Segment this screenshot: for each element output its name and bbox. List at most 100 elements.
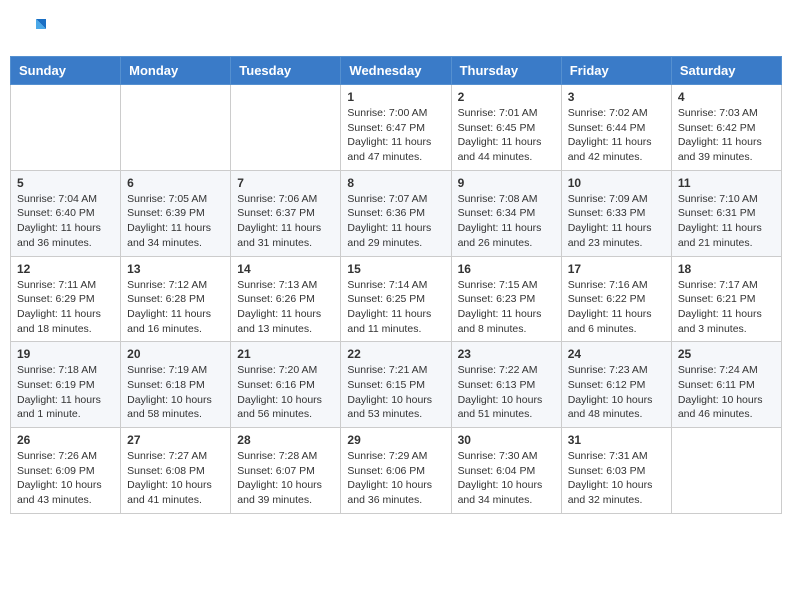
day-info: Sunrise: 7:24 AM Sunset: 6:11 PM Dayligh… [678, 363, 775, 422]
calendar-cell: 24 Sunrise: 7:23 AM Sunset: 6:12 PM Dayli… [561, 342, 671, 428]
day-number: 6 [127, 176, 224, 190]
calendar-cell: 11Sunrise: 7:10 AM Sunset: 6:31 PM Dayli… [671, 170, 781, 256]
day-info: Sunrise: 7:20 AM Sunset: 6:16 PM Dayligh… [237, 363, 334, 422]
day-info: Sunrise: 7:09 AM Sunset: 6:33 PM Dayligh… [568, 192, 665, 251]
calendar-cell: 30 Sunrise: 7:30 AM Sunset: 6:04 PM Dayli… [451, 428, 561, 514]
day-number: 22 [347, 347, 444, 361]
day-number: 24 [568, 347, 665, 361]
calendar-cell: 21 Sunrise: 7:20 AM Sunset: 6:16 PM Dayli… [231, 342, 341, 428]
calendar-table: SundayMondayTuesdayWednesdayThursdayFrid… [10, 56, 782, 514]
calendar-cell: 6 Sunrise: 7:05 AM Sunset: 6:39 PM Daylig… [121, 170, 231, 256]
logo [18, 14, 52, 44]
day-info: Sunrise: 7:06 AM Sunset: 6:37 PM Dayligh… [237, 192, 334, 251]
calendar-cell: 28Sunrise: 7:28 AM Sunset: 6:07 PM Dayli… [231, 428, 341, 514]
calendar-cell: 15Sunrise: 7:14 AM Sunset: 6:25 PM Dayli… [341, 256, 451, 342]
calendar-cell: 23 Sunrise: 7:22 AM Sunset: 6:13 PM Dayli… [451, 342, 561, 428]
day-info: Sunrise: 7:26 AM Sunset: 6:09 PM Dayligh… [17, 449, 114, 508]
calendar-cell: 31 Sunrise: 7:31 AM Sunset: 6:03 PM Dayli… [561, 428, 671, 514]
day-number: 2 [458, 90, 555, 104]
calendar-week-row: 12Sunrise: 7:11 AM Sunset: 6:29 PM Dayli… [11, 256, 782, 342]
calendar-cell: 26 Sunrise: 7:26 AM Sunset: 6:09 PM Dayli… [11, 428, 121, 514]
calendar-cell: 17 Sunrise: 7:16 AM Sunset: 6:22 PM Dayli… [561, 256, 671, 342]
calendar-cell: 25 Sunrise: 7:24 AM Sunset: 6:11 PM Dayli… [671, 342, 781, 428]
calendar-cell: 2 Sunrise: 7:01 AM Sunset: 6:45 PM Daylig… [451, 85, 561, 171]
calendar-cell: 3Sunrise: 7:02 AM Sunset: 6:44 PM Daylig… [561, 85, 671, 171]
day-number: 16 [458, 262, 555, 276]
calendar-cell: 1 Sunrise: 7:00 AM Sunset: 6:47 PM Daylig… [341, 85, 451, 171]
day-info: Sunrise: 7:16 AM Sunset: 6:22 PM Dayligh… [568, 278, 665, 337]
day-info: Sunrise: 7:27 AM Sunset: 6:08 PM Dayligh… [127, 449, 224, 508]
calendar-cell [671, 428, 781, 514]
calendar-header-row: SundayMondayTuesdayWednesdayThursdayFrid… [11, 57, 782, 85]
calendar-cell: 12Sunrise: 7:11 AM Sunset: 6:29 PM Dayli… [11, 256, 121, 342]
calendar-week-row: 5 Sunrise: 7:04 AM Sunset: 6:40 PM Daylig… [11, 170, 782, 256]
day-number: 30 [458, 433, 555, 447]
day-info: Sunrise: 7:03 AM Sunset: 6:42 PM Dayligh… [678, 106, 775, 165]
calendar-cell: 16 Sunrise: 7:15 AM Sunset: 6:23 PM Dayli… [451, 256, 561, 342]
calendar-cell: 22 Sunrise: 7:21 AM Sunset: 6:15 PM Dayli… [341, 342, 451, 428]
column-header-thursday: Thursday [451, 57, 561, 85]
day-info: Sunrise: 7:17 AM Sunset: 6:21 PM Dayligh… [678, 278, 775, 337]
day-info: Sunrise: 7:30 AM Sunset: 6:04 PM Dayligh… [458, 449, 555, 508]
day-number: 17 [568, 262, 665, 276]
day-number: 13 [127, 262, 224, 276]
day-number: 26 [17, 433, 114, 447]
day-info: Sunrise: 7:22 AM Sunset: 6:13 PM Dayligh… [458, 363, 555, 422]
day-number: 12 [17, 262, 114, 276]
calendar-cell: 20 Sunrise: 7:19 AM Sunset: 6:18 PM Dayli… [121, 342, 231, 428]
column-header-monday: Monday [121, 57, 231, 85]
day-info: Sunrise: 7:18 AM Sunset: 6:19 PM Dayligh… [17, 363, 114, 422]
day-number: 1 [347, 90, 444, 104]
calendar-cell: 27 Sunrise: 7:27 AM Sunset: 6:08 PM Dayli… [121, 428, 231, 514]
day-number: 11 [678, 176, 775, 190]
calendar-cell [121, 85, 231, 171]
calendar-cell: 14Sunrise: 7:13 AM Sunset: 6:26 PM Dayli… [231, 256, 341, 342]
calendar-cell [231, 85, 341, 171]
day-info: Sunrise: 7:00 AM Sunset: 6:47 PM Dayligh… [347, 106, 444, 165]
day-info: Sunrise: 7:21 AM Sunset: 6:15 PM Dayligh… [347, 363, 444, 422]
day-info: Sunrise: 7:08 AM Sunset: 6:34 PM Dayligh… [458, 192, 555, 251]
calendar-cell: 9Sunrise: 7:08 AM Sunset: 6:34 PM Daylig… [451, 170, 561, 256]
day-number: 4 [678, 90, 775, 104]
column-header-tuesday: Tuesday [231, 57, 341, 85]
day-info: Sunrise: 7:29 AM Sunset: 6:06 PM Dayligh… [347, 449, 444, 508]
day-info: Sunrise: 7:07 AM Sunset: 6:36 PM Dayligh… [347, 192, 444, 251]
calendar-cell: 13Sunrise: 7:12 AM Sunset: 6:28 PM Dayli… [121, 256, 231, 342]
day-number: 5 [17, 176, 114, 190]
day-info: Sunrise: 7:31 AM Sunset: 6:03 PM Dayligh… [568, 449, 665, 508]
calendar-cell: 19 Sunrise: 7:18 AM Sunset: 6:19 PM Dayli… [11, 342, 121, 428]
day-number: 14 [237, 262, 334, 276]
day-number: 15 [347, 262, 444, 276]
day-info: Sunrise: 7:15 AM Sunset: 6:23 PM Dayligh… [458, 278, 555, 337]
column-header-sunday: Sunday [11, 57, 121, 85]
day-number: 25 [678, 347, 775, 361]
column-header-wednesday: Wednesday [341, 57, 451, 85]
calendar-cell: 29 Sunrise: 7:29 AM Sunset: 6:06 PM Dayli… [341, 428, 451, 514]
calendar-week-row: 19 Sunrise: 7:18 AM Sunset: 6:19 PM Dayli… [11, 342, 782, 428]
day-number: 18 [678, 262, 775, 276]
day-info: Sunrise: 7:05 AM Sunset: 6:39 PM Dayligh… [127, 192, 224, 251]
day-info: Sunrise: 7:23 AM Sunset: 6:12 PM Dayligh… [568, 363, 665, 422]
day-number: 23 [458, 347, 555, 361]
calendar-cell: 5 Sunrise: 7:04 AM Sunset: 6:40 PM Daylig… [11, 170, 121, 256]
day-number: 28 [237, 433, 334, 447]
day-number: 21 [237, 347, 334, 361]
column-header-friday: Friday [561, 57, 671, 85]
day-info: Sunrise: 7:19 AM Sunset: 6:18 PM Dayligh… [127, 363, 224, 422]
calendar-cell [11, 85, 121, 171]
day-number: 19 [17, 347, 114, 361]
day-number: 10 [568, 176, 665, 190]
day-info: Sunrise: 7:04 AM Sunset: 6:40 PM Dayligh… [17, 192, 114, 251]
calendar-cell: 10 Sunrise: 7:09 AM Sunset: 6:33 PM Dayli… [561, 170, 671, 256]
page-header [10, 10, 782, 48]
day-number: 20 [127, 347, 224, 361]
calendar-week-row: 1 Sunrise: 7:00 AM Sunset: 6:47 PM Daylig… [11, 85, 782, 171]
day-number: 8 [347, 176, 444, 190]
calendar-cell: 18 Sunrise: 7:17 AM Sunset: 6:21 PM Dayli… [671, 256, 781, 342]
day-info: Sunrise: 7:01 AM Sunset: 6:45 PM Dayligh… [458, 106, 555, 165]
day-number: 31 [568, 433, 665, 447]
day-number: 27 [127, 433, 224, 447]
day-number: 29 [347, 433, 444, 447]
calendar-cell: 4 Sunrise: 7:03 AM Sunset: 6:42 PM Daylig… [671, 85, 781, 171]
calendar-cell: 8 Sunrise: 7:07 AM Sunset: 6:36 PM Daylig… [341, 170, 451, 256]
